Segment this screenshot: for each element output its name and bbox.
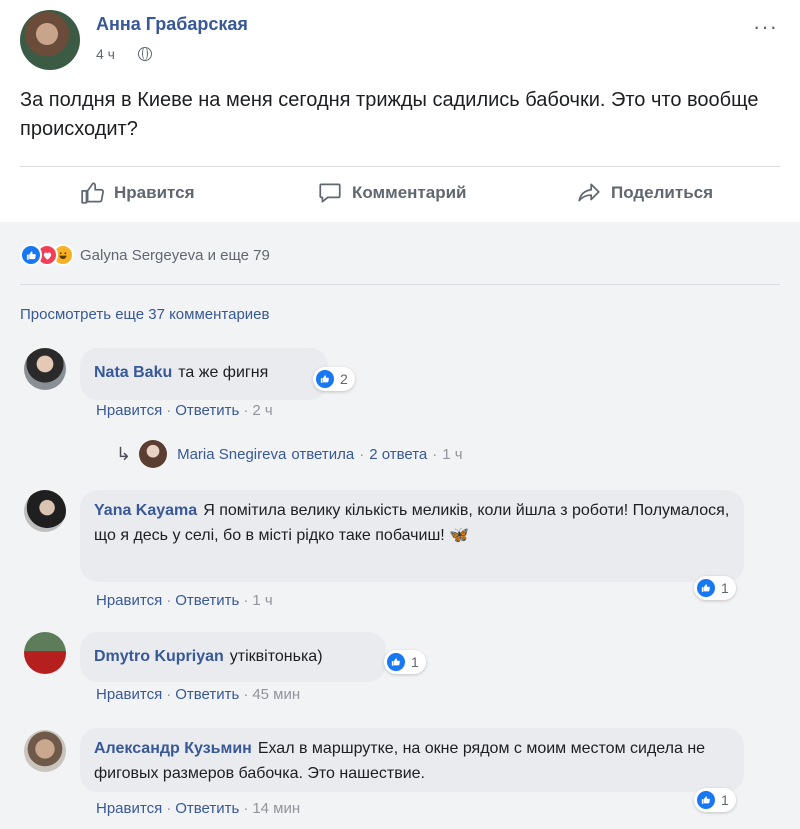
reaction-count: 2 [340,371,348,387]
comment-reaction-count[interactable]: 2 [313,367,355,391]
reply-author[interactable]: Maria Snegireva [177,446,286,463]
comment-actions: Нравится · Ответить · 2 ч [96,402,273,419]
reactions-text: Galyna Sergeyeva и еще 79 [80,246,270,264]
comment-avatar[interactable] [24,632,66,674]
like-icon [697,579,715,597]
reply-action: ответила [291,445,355,463]
comment-time[interactable]: 14 мин [252,800,300,817]
share-button[interactable]: Поделиться [575,170,713,216]
reply-time: 1 ч [442,445,463,463]
reply-arrow-icon: ↳ [116,443,132,464]
comment-actions: Нравится · Ответить · 14 мин [96,800,301,817]
like-icon [697,791,715,809]
comment-bubble: Dmytro Kupriyan утіквітонька) [80,632,386,682]
post-time[interactable]: 4 ч [96,46,115,62]
comment-avatar[interactable] [24,730,66,772]
comment-reply-link[interactable]: Ответить [175,402,239,419]
comment-icon [319,183,341,203]
comment-actions: Нравится · Ответить · 45 мин [96,686,301,703]
comment-bubble: Александр Кузьмин Ехал в маршрутке, на ок… [80,728,744,792]
comment-like-link[interactable]: Нравится [96,402,162,419]
comment-like-link[interactable]: Нравится [96,686,162,703]
like-icon [316,370,334,388]
comment-avatar[interactable] [24,490,66,532]
comment-button-label: Комментарий [352,183,467,202]
post-actions-bar: Нравится Комментарий Поделиться [0,170,800,216]
comment-like-link[interactable]: Нравится [96,800,162,817]
reaction-count: 1 [721,792,729,808]
comment-author[interactable]: Александр Кузьмин [94,740,252,757]
comment-button[interactable]: Комментарий [316,170,466,216]
divider [20,284,780,285]
post-text: За полдня в Киеве на меня сегодня трижды… [20,89,759,140]
divider [20,166,780,167]
comment-avatar[interactable] [24,348,66,390]
reactions-summary[interactable]: Galyna Sergeyeva и еще 79 [20,243,270,267]
share-button-label: Поделиться [611,183,714,202]
reply-avatar [139,440,168,468]
like-button-label: Нравится [114,183,195,202]
comment-bubble: Yana Kayama Я помітила велику кількість м… [80,490,744,582]
reply-count[interactable]: 2 ответа [369,446,427,463]
comment-actions: Нравится · Ответить · 1 ч [96,592,273,609]
facebook-post: Анна Грабарская 4 ч ··· За полдня в Киев… [0,0,800,829]
comment-reaction-count[interactable]: 1 [384,650,426,674]
view-more-comments-link[interactable]: Просмотреть еще 37 комментариев [20,306,269,323]
comment-time[interactable]: 1 ч [252,592,272,609]
comment-time[interactable]: 2 ч [252,402,272,419]
like-icon [387,653,405,671]
replies-link[interactable]: ↳ Maria Snegireva ответила · 2 ответа · … [116,440,463,468]
comment-text: утіквітонька) [229,648,323,665]
comment-text: та же фигня [178,364,269,381]
comment-time[interactable]: 45 мин [252,686,300,703]
comment-author[interactable]: Nata Baku [94,364,172,381]
thumbs-up-icon [81,182,104,204]
comment-author[interactable]: Yana Kayama [94,502,197,519]
share-arrow-icon [578,183,600,202]
comment-reply-link[interactable]: Ответить [175,592,239,609]
like-button[interactable]: Нравится [80,170,195,216]
reaction-count: 1 [721,580,729,596]
globe-icon [138,47,152,61]
comment-bubble: Nata Baku та же фигня [80,348,328,400]
comment-like-link[interactable]: Нравится [96,592,162,609]
comment-reaction-count[interactable]: 1 [694,788,736,812]
comment-reply-link[interactable]: Ответить [175,800,239,817]
like-icon [20,244,42,266]
comment-author[interactable]: Dmytro Kupriyan [94,648,224,665]
ellipsis-icon[interactable]: ··· [753,14,778,40]
post-author-name[interactable]: Анна Грабарская [96,14,248,35]
comment-reaction-count[interactable]: 1 [694,576,736,600]
reaction-count: 1 [411,654,419,670]
author-avatar[interactable] [20,10,80,70]
comment-reply-link[interactable]: Ответить [175,686,239,703]
